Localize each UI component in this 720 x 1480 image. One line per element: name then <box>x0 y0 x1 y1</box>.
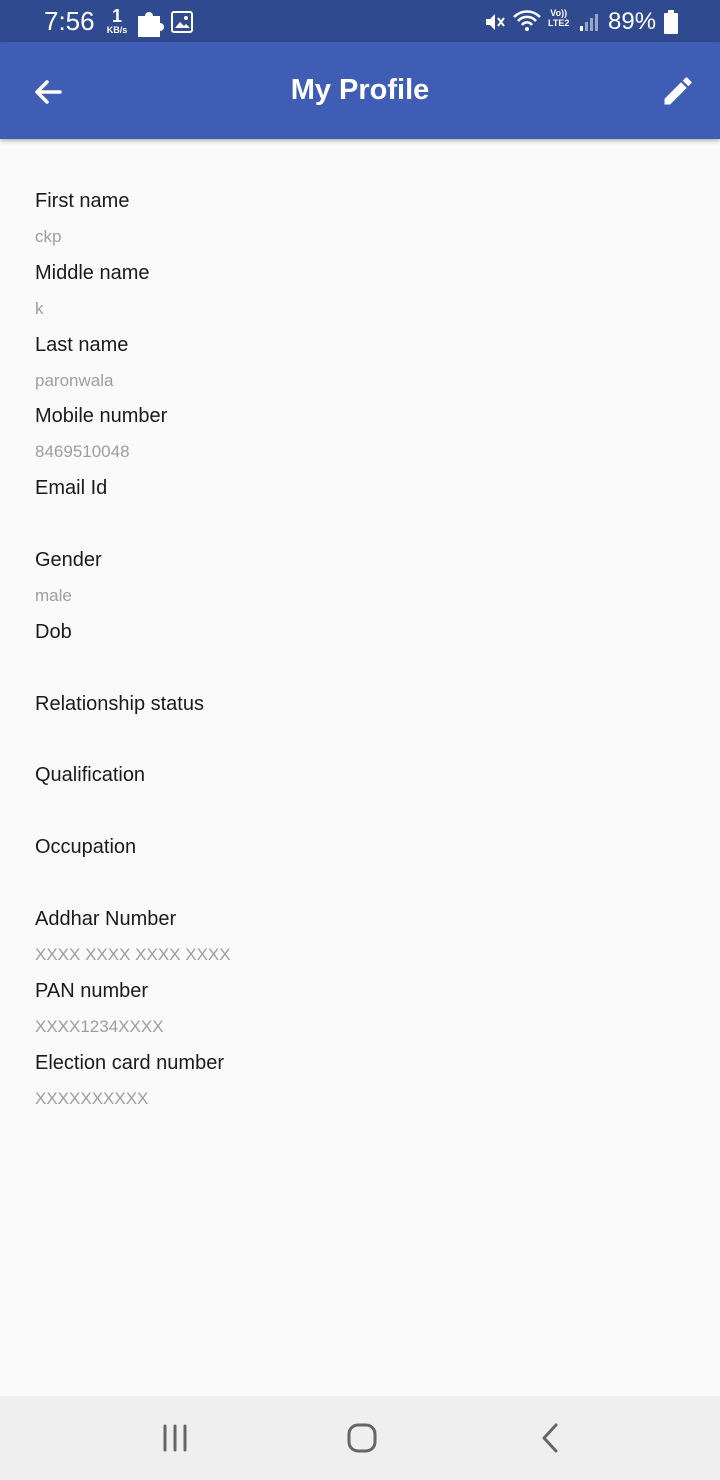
field-gender: Gender male <box>35 549 685 621</box>
page-title: My Profile <box>290 74 430 106</box>
field-label: Addhar Number <box>35 907 177 930</box>
network-type: Vo)) LTE2 <box>548 9 569 28</box>
field-label: PAN number <box>35 979 149 1002</box>
field-value: paronwala <box>35 370 114 390</box>
profile-fields: First name ckp Middle name k Last name p… <box>35 190 685 1123</box>
network-label: Vo)) <box>550 8 568 18</box>
mute-icon <box>486 14 505 30</box>
back-icon <box>542 1423 558 1453</box>
field-relationship-status: Relationship status <box>35 693 685 765</box>
signal-icon <box>580 14 598 31</box>
wifi-icon <box>513 10 541 31</box>
field-value: 8469510048 <box>35 442 130 462</box>
field-occupation: Occupation <box>35 836 685 908</box>
network-speed: 1 KB/s <box>104 7 130 35</box>
image-icon <box>171 11 193 33</box>
battery-percent: 89% <box>608 8 657 35</box>
field-label: Email Id <box>35 477 108 500</box>
field-label: Occupation <box>35 836 137 859</box>
field-value: ckp <box>35 227 62 246</box>
field-label: Middle name <box>35 261 150 284</box>
field-qualification: Qualification <box>35 764 685 836</box>
recent-apps-button[interactable] <box>153 1416 197 1460</box>
field-value: XXXX1234XXXX <box>35 1016 164 1036</box>
network-sub: LTE2 <box>548 18 570 28</box>
field-election-card-number: Election card number XXXXXXXXXX <box>35 1052 685 1124</box>
field-label: Qualification <box>35 764 146 787</box>
app-bar: My Profile <box>0 42 720 139</box>
field-pan-number: PAN number XXXX1234XXXX <box>35 980 685 1052</box>
field-email-id: Email Id <box>35 477 685 549</box>
pencil-edit-icon <box>664 77 692 105</box>
field-label: Mobile number <box>35 405 168 428</box>
field-first-name: First name ckp <box>35 190 685 262</box>
field-label: Gender <box>35 548 102 571</box>
field-label: Relationship status <box>35 692 204 715</box>
nav-back-button[interactable] <box>528 1416 572 1460</box>
battery-icon <box>664 10 678 34</box>
field-dob: Dob <box>35 621 685 693</box>
home-icon <box>347 1423 377 1453</box>
field-value: k <box>35 298 44 318</box>
field-mobile-number: Mobile number 8469510048 <box>35 405 685 477</box>
network-speed-unit: KB/s <box>106 25 128 35</box>
status-time: 7:56 <box>44 6 95 36</box>
field-last-name: Last name paronwala <box>35 334 685 406</box>
network-speed-value: 1 <box>111 6 122 26</box>
field-label: Election card number <box>35 1051 224 1074</box>
recent-apps-icon <box>163 1424 187 1452</box>
status-bar: 7:56 1 KB/s Vo)) LTE2 89% <box>0 0 720 42</box>
system-nav-bar <box>0 1396 720 1480</box>
field-label: Dob <box>35 620 72 643</box>
field-value: XXXX XXXX XXXX XXXX <box>35 944 231 964</box>
home-button[interactable] <box>340 1416 384 1460</box>
field-label: Last name <box>35 333 129 356</box>
field-value: XXXXXXXXXX <box>35 1088 149 1108</box>
field-value: male <box>35 585 72 605</box>
field-addhar-number: Addhar Number XXXX XXXX XXXX XXXX <box>35 908 685 980</box>
field-label: First name <box>35 190 130 212</box>
field-middle-name: Middle name k <box>35 262 685 334</box>
puzzle-icon <box>138 12 164 37</box>
edit-profile-button[interactable] <box>660 73 696 109</box>
